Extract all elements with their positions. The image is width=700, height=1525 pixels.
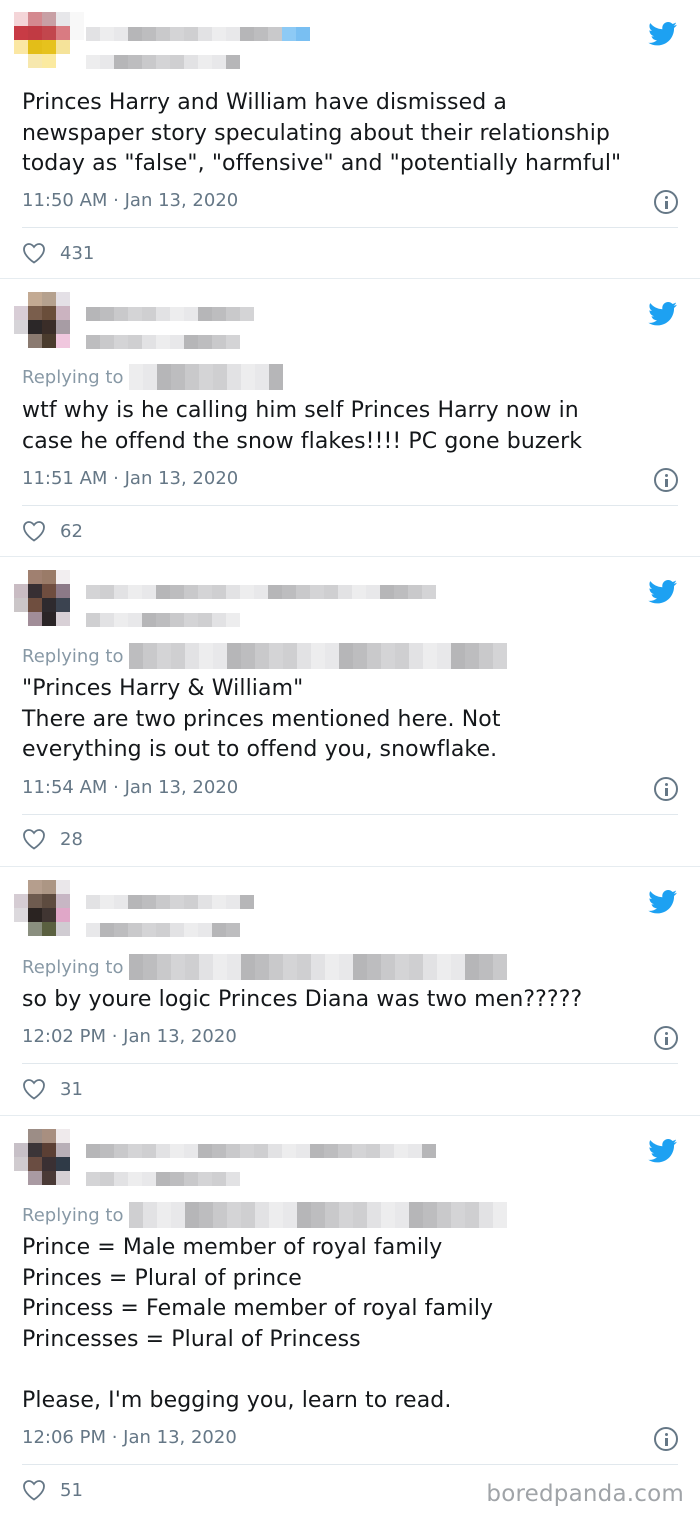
divider	[22, 1464, 678, 1465]
replying-to: Replying to	[22, 954, 508, 980]
heart-icon	[23, 521, 45, 542]
tweet-timestamp[interactable]: 11:54 AM · Jan 13, 2020	[22, 777, 238, 798]
replying-label: Replying to	[22, 366, 124, 388]
tweet-text: Prince = Male member of royal family Pri…	[22, 1235, 494, 1413]
twitter-bird-icon[interactable]	[648, 890, 678, 914]
twitter-bird-icon[interactable]	[648, 302, 678, 326]
username-redacted[interactable]	[86, 585, 436, 599]
info-icon[interactable]	[654, 1427, 678, 1451]
handle-redacted[interactable]	[86, 335, 240, 349]
like-count: 431	[60, 242, 95, 264]
handle-redacted[interactable]	[86, 1172, 240, 1186]
like-button[interactable]: 28	[22, 828, 83, 850]
tweet-card: Replying to "Princes Harry & William" Th…	[0, 558, 700, 867]
tweet-card: Replying to Prince = Male member of roya…	[0, 1117, 700, 1525]
twitter-bird-icon[interactable]	[648, 22, 678, 46]
reply-handle-redacted[interactable]	[129, 954, 508, 980]
replying-label: Replying to	[22, 1204, 124, 1226]
avatar[interactable]	[14, 12, 86, 72]
twitter-bird-icon[interactable]	[648, 1139, 678, 1163]
avatar[interactable]	[14, 1129, 86, 1189]
reply-handle-redacted[interactable]	[129, 1202, 508, 1228]
divider	[22, 227, 678, 228]
like-count: 62	[60, 520, 83, 542]
like-button[interactable]: 51	[22, 1479, 83, 1501]
heart-icon	[23, 1480, 45, 1501]
like-count: 28	[60, 828, 83, 850]
tweet-text: "Princes Harry & William" There are two …	[22, 676, 501, 762]
info-icon[interactable]	[654, 777, 678, 801]
tweet-text: wtf why is he calling him self Princes H…	[22, 398, 583, 454]
replying-label: Replying to	[22, 956, 124, 978]
replying-to: Replying to	[22, 643, 508, 669]
username-redacted[interactable]	[86, 1144, 436, 1158]
heart-icon	[23, 1079, 45, 1100]
handle-redacted[interactable]	[86, 55, 240, 69]
info-icon[interactable]	[654, 190, 678, 214]
like-count: 31	[60, 1078, 83, 1100]
tweet-timestamp[interactable]: 11:51 AM · Jan 13, 2020	[22, 468, 238, 489]
like-count: 51	[60, 1479, 83, 1501]
username-redacted[interactable]	[86, 307, 254, 321]
avatar[interactable]	[14, 570, 86, 630]
username-redacted[interactable]	[86, 895, 254, 909]
heart-icon	[23, 243, 45, 264]
handle-redacted[interactable]	[86, 613, 240, 627]
divider	[22, 505, 678, 506]
username-redacted[interactable]	[86, 27, 310, 41]
like-button[interactable]: 62	[22, 520, 83, 542]
tweet-text: so by youre logic Princes Diana was two …	[22, 987, 583, 1012]
avatar[interactable]	[14, 880, 86, 940]
reply-handle-redacted[interactable]	[129, 643, 508, 669]
tweet-timestamp[interactable]: 11:50 AM · Jan 13, 2020	[22, 190, 238, 211]
avatar[interactable]	[14, 292, 86, 352]
tweet-text: Princes Harry and William have dismissed…	[22, 90, 622, 176]
replying-to: Replying to	[22, 364, 284, 390]
divider	[22, 814, 678, 815]
heart-icon	[23, 829, 45, 850]
like-button[interactable]: 431	[22, 242, 94, 264]
twitter-bird-icon[interactable]	[648, 580, 678, 604]
tweet-card: Replying to so by youre logic Princes Di…	[0, 868, 700, 1116]
divider	[22, 1063, 678, 1064]
info-icon[interactable]	[654, 1026, 678, 1050]
tweet-card: Replying to wtf why is he calling him se…	[0, 280, 700, 557]
replying-label: Replying to	[22, 645, 124, 667]
info-icon[interactable]	[654, 468, 678, 492]
like-button[interactable]: 31	[22, 1078, 83, 1100]
replying-to: Replying to	[22, 1202, 508, 1228]
tweet-timestamp[interactable]: 12:06 PM · Jan 13, 2020	[22, 1427, 237, 1448]
reply-handle-redacted[interactable]	[129, 364, 284, 390]
tweet-card: Princes Harry and William have dismissed…	[0, 0, 700, 279]
tweet-timestamp[interactable]: 12:02 PM · Jan 13, 2020	[22, 1026, 237, 1047]
handle-redacted[interactable]	[86, 923, 240, 937]
watermark: boredpanda.com	[486, 1481, 684, 1507]
